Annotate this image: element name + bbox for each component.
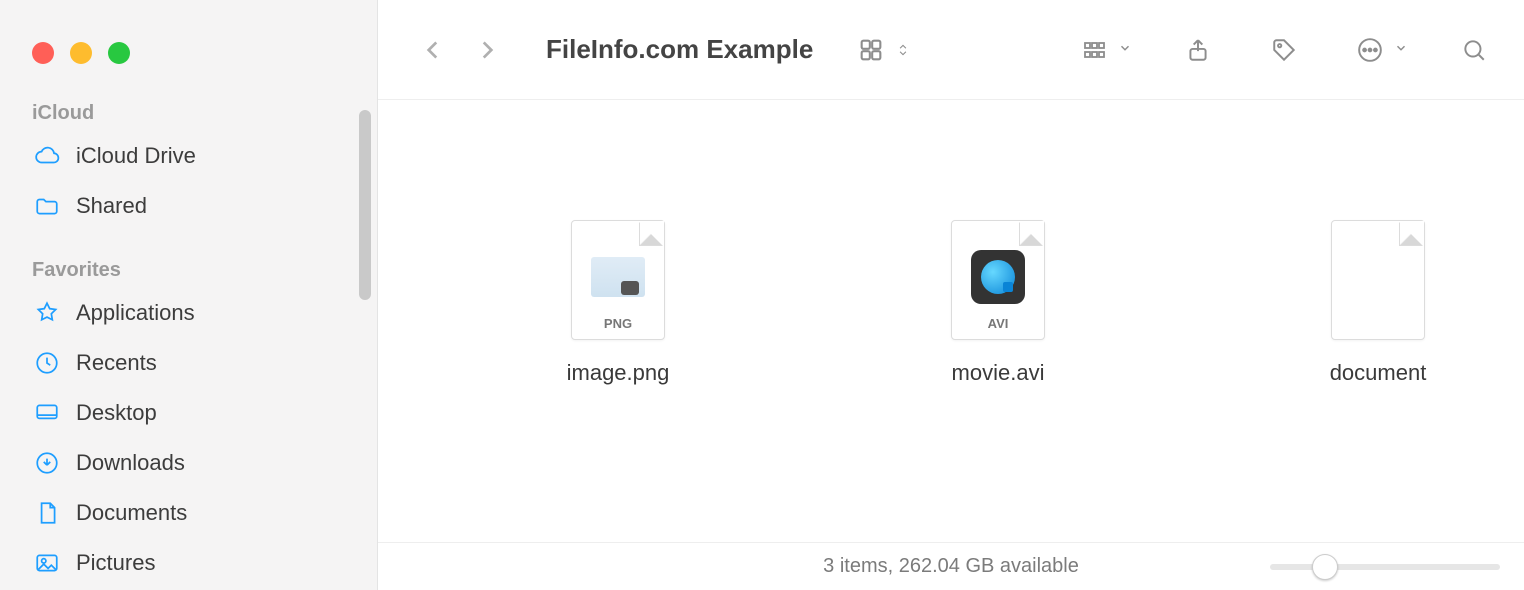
sidebar-item-downloads[interactable]: Downloads: [0, 438, 377, 488]
window-title: FileInfo.com Example: [546, 34, 813, 65]
sidebar-item-pictures[interactable]: Pictures: [0, 538, 377, 588]
file-type-badge: PNG: [604, 316, 632, 331]
sidebar-item-desktop[interactable]: Desktop: [0, 388, 377, 438]
sidebar-scrollbar[interactable]: [359, 110, 371, 300]
sidebar-section-favorites: Favorites: [0, 249, 377, 288]
icon-size-slider[interactable]: [1270, 564, 1500, 570]
shared-folder-icon: [32, 191, 62, 221]
document-icon: [32, 498, 62, 528]
sidebar-item-label: Pictures: [76, 550, 155, 576]
updown-chevron-icon: [895, 30, 911, 70]
tags-button[interactable]: [1264, 30, 1304, 70]
file-thumbnail-avi: AVI: [951, 220, 1045, 340]
sidebar-item-label: Downloads: [76, 450, 185, 476]
sidebar-item-icloud-drive[interactable]: iCloud Drive: [0, 131, 377, 181]
zoom-window-button[interactable]: [108, 42, 130, 64]
share-button[interactable]: [1178, 30, 1218, 70]
window-controls: [0, 16, 377, 92]
status-text: 3 items, 262.04 GB available: [823, 555, 1079, 578]
sidebar-item-shared[interactable]: Shared: [0, 181, 377, 231]
more-circle-icon: [1350, 30, 1390, 70]
group-by-button[interactable]: [1074, 30, 1132, 70]
downloads-icon: [32, 448, 62, 478]
group-grid-icon: [1074, 30, 1114, 70]
cloud-icon: [32, 141, 62, 171]
pictures-icon: [32, 548, 62, 578]
file-type-badge: AVI: [988, 316, 1009, 331]
close-window-button[interactable]: [32, 42, 54, 64]
icon-view-icon: [851, 30, 891, 70]
view-mode-button[interactable]: [851, 30, 911, 70]
desktop-icon: [32, 398, 62, 428]
file-name-label: document: [1330, 360, 1427, 386]
clock-icon: [32, 348, 62, 378]
back-button[interactable]: [416, 37, 450, 63]
actions-menu-button[interactable]: [1350, 30, 1408, 70]
applications-icon: [32, 298, 62, 328]
file-name-label: movie.avi: [952, 360, 1045, 386]
sidebar-section-icloud: iCloud: [0, 92, 377, 131]
sidebar-item-label: Applications: [76, 300, 195, 326]
sidebar-item-label: Documents: [76, 500, 187, 526]
sidebar-item-documents[interactable]: Documents: [0, 488, 377, 538]
sidebar-item-applications[interactable]: Applications: [0, 288, 377, 338]
status-bar: 3 items, 262.04 GB available: [378, 542, 1524, 590]
file-name-label: image.png: [567, 360, 670, 386]
chevron-down-icon: [1394, 41, 1408, 58]
file-thumbnail-png: PNG: [571, 220, 665, 340]
sidebar-item-label: Desktop: [76, 400, 157, 426]
file-item[interactable]: document: [1288, 220, 1468, 386]
sidebar-item-label: Recents: [76, 350, 157, 376]
sidebar-item-recents[interactable]: Recents: [0, 338, 377, 388]
file-thumbnail-generic: [1331, 220, 1425, 340]
forward-button[interactable]: [470, 37, 504, 63]
chevron-down-icon: [1118, 41, 1132, 58]
search-button[interactable]: [1454, 30, 1494, 70]
sidebar-item-label: Shared: [76, 193, 147, 219]
minimize-window-button[interactable]: [70, 42, 92, 64]
toolbar: FileInfo.com Example: [378, 0, 1524, 100]
file-grid: PNG image.png AVI movie.avi document: [378, 100, 1524, 542]
sidebar: iCloud iCloud Drive Shared Favorites App…: [0, 0, 378, 590]
slider-knob[interactable]: [1312, 554, 1338, 580]
main-panel: FileInfo.com Example: [378, 0, 1524, 590]
sidebar-item-label: iCloud Drive: [76, 143, 196, 169]
file-item[interactable]: AVI movie.avi: [908, 220, 1088, 386]
file-item[interactable]: PNG image.png: [528, 220, 708, 386]
